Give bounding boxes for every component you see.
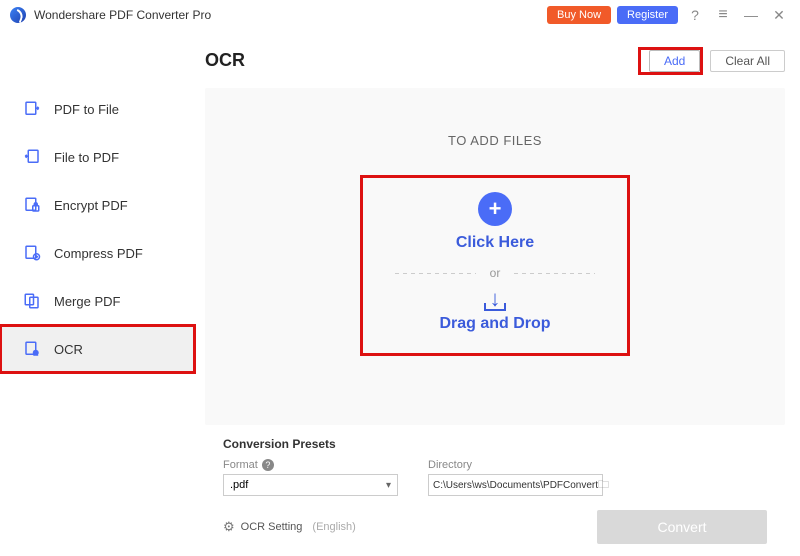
app-logo-icon bbox=[10, 7, 26, 23]
app-title: Wondershare PDF Converter Pro bbox=[34, 8, 211, 22]
sidebar-label: Compress PDF bbox=[54, 246, 143, 261]
plus-icon[interactable]: + bbox=[478, 192, 512, 226]
or-label: or bbox=[476, 266, 515, 280]
svg-text:A: A bbox=[34, 351, 37, 356]
add-button-highlight: Add bbox=[639, 48, 702, 74]
compress-pdf-icon bbox=[22, 243, 42, 263]
drag-drop-label: Drag and Drop bbox=[439, 315, 550, 333]
page-title: OCR bbox=[205, 50, 245, 71]
drop-area[interactable]: TO ADD FILES + Click Here or ↓ Drag and … bbox=[205, 88, 785, 425]
presets-heading: Conversion Presets bbox=[223, 437, 767, 451]
encrypt-pdf-icon bbox=[22, 195, 42, 215]
bottom-bar: ⚙ OCR Setting (English) Convert bbox=[205, 500, 785, 544]
format-select[interactable]: .pdf ▾ bbox=[223, 474, 398, 496]
sidebar-label: File to PDF bbox=[54, 150, 119, 165]
help-icon[interactable]: ? bbox=[684, 7, 706, 23]
format-value: .pdf bbox=[230, 479, 248, 491]
merge-pdf-icon bbox=[22, 291, 42, 311]
sidebar-label: OCR bbox=[54, 342, 83, 357]
register-button[interactable]: Register bbox=[617, 6, 678, 24]
conversion-presets: Conversion Presets Format ? .pdf ▾ Dir bbox=[205, 429, 785, 500]
sidebar-item-pdf-to-file[interactable]: PDF to File bbox=[0, 85, 195, 133]
download-icon: ↓ bbox=[484, 292, 506, 311]
buy-now-button[interactable]: Buy Now bbox=[547, 6, 611, 24]
directory-label: Directory bbox=[428, 459, 603, 471]
sidebar-item-merge-pdf[interactable]: Merge PDF bbox=[0, 277, 195, 325]
drop-box[interactable]: + Click Here or ↓ Drag and Drop bbox=[361, 176, 629, 355]
gear-icon: ⚙ bbox=[223, 519, 235, 535]
chevron-down-icon: ▾ bbox=[386, 480, 391, 491]
app-window: Wondershare PDF Converter Pro Buy Now Re… bbox=[0, 0, 800, 556]
add-button[interactable]: Add bbox=[649, 50, 700, 72]
sidebar-label: PDF to File bbox=[54, 102, 119, 117]
menu-icon[interactable]: ≡ bbox=[712, 6, 734, 24]
titlebar: Wondershare PDF Converter Pro Buy Now Re… bbox=[0, 0, 800, 30]
sidebar-item-ocr[interactable]: A OCR bbox=[0, 325, 195, 373]
sidebar-label: Encrypt PDF bbox=[54, 198, 128, 213]
pdf-to-file-icon bbox=[22, 99, 42, 119]
ocr-icon: A bbox=[22, 339, 42, 359]
convert-button[interactable]: Convert bbox=[597, 510, 767, 544]
format-label: Format ? bbox=[223, 459, 398, 471]
folder-icon[interactable]: 🗀 bbox=[598, 476, 609, 495]
format-help-icon[interactable]: ? bbox=[262, 459, 274, 471]
sidebar-item-compress-pdf[interactable]: Compress PDF bbox=[0, 229, 195, 277]
file-to-pdf-icon bbox=[22, 147, 42, 167]
sidebar: PDF to File File to PDF Encrypt PDF Comp… bbox=[0, 30, 195, 556]
sidebar-item-encrypt-pdf[interactable]: Encrypt PDF bbox=[0, 181, 195, 229]
minimize-icon[interactable]: — bbox=[740, 7, 762, 23]
or-divider: or bbox=[395, 266, 595, 280]
ocr-setting-link[interactable]: ⚙ OCR Setting (English) bbox=[223, 519, 356, 535]
close-icon[interactable]: ✕ bbox=[768, 7, 790, 24]
ocr-setting-label: OCR Setting bbox=[241, 521, 303, 533]
sidebar-label: Merge PDF bbox=[54, 294, 120, 309]
sidebar-item-file-to-pdf[interactable]: File to PDF bbox=[0, 133, 195, 181]
clear-all-button[interactable]: Clear All bbox=[710, 50, 785, 72]
click-here-label[interactable]: Click Here bbox=[456, 234, 534, 252]
to-add-files-label: TO ADD FILES bbox=[448, 133, 542, 148]
directory-value: C:\Users\ws\Documents\PDFConvert bbox=[433, 480, 598, 491]
directory-input[interactable]: C:\Users\ws\Documents\PDFConvert 🗀 bbox=[428, 474, 603, 496]
main-header: OCR Add Clear All bbox=[205, 38, 785, 83]
main-panel: OCR Add Clear All TO ADD FILES + Click H… bbox=[195, 30, 800, 556]
ocr-language-label: (English) bbox=[312, 521, 355, 533]
